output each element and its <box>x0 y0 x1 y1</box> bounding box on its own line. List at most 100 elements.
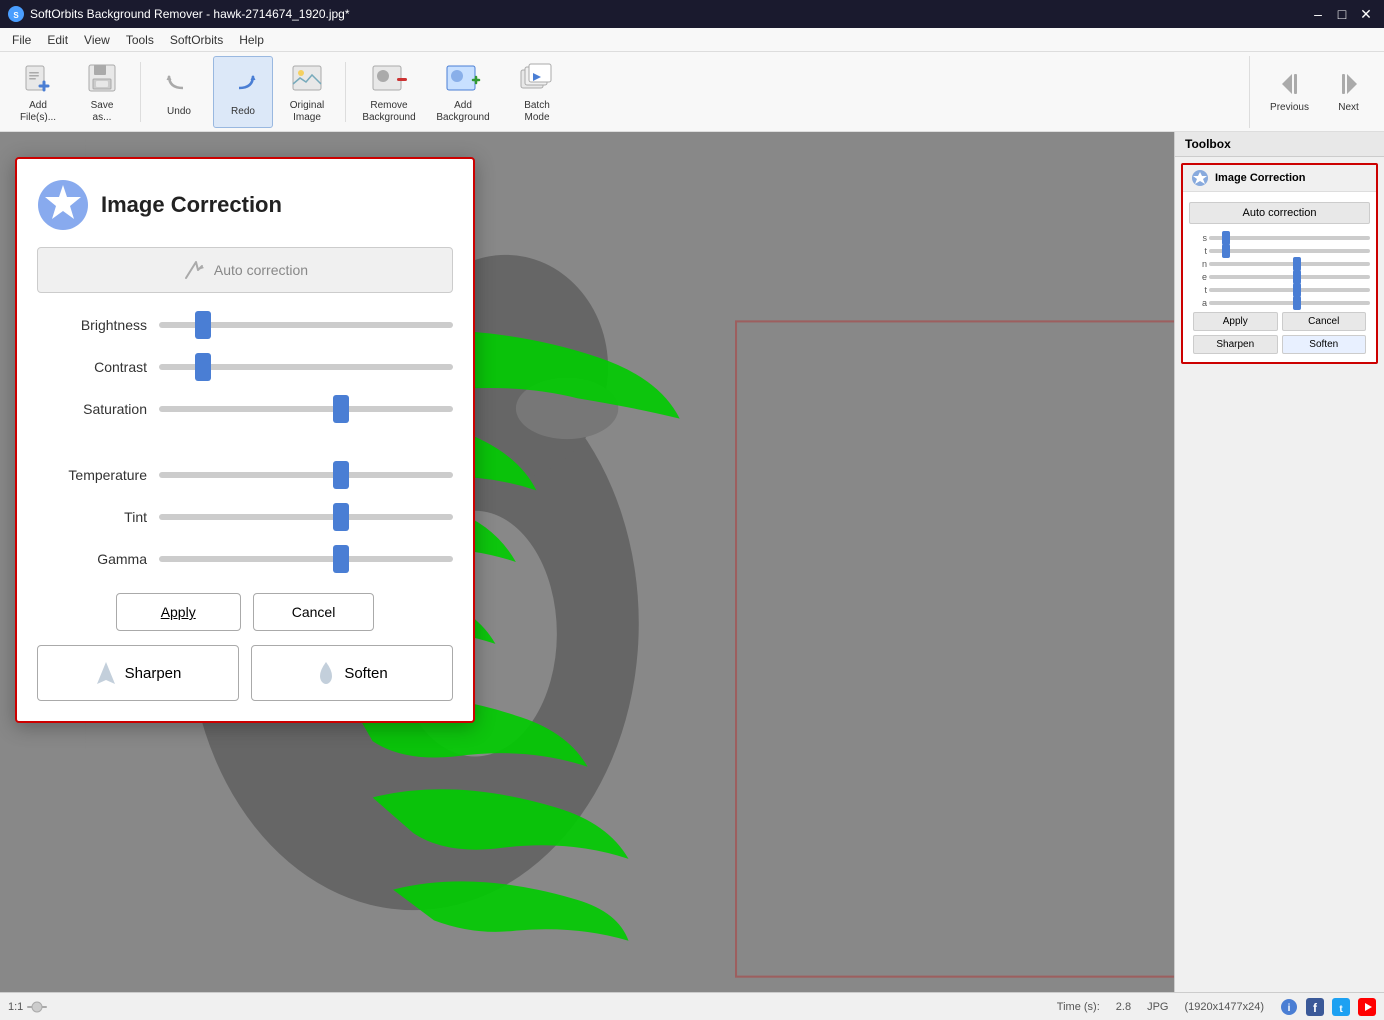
menu-file[interactable]: File <box>4 31 39 49</box>
toolbox-soften-button[interactable]: Soften <box>1282 335 1367 354</box>
dialog-auto-correction-button[interactable]: Auto correction <box>37 247 453 293</box>
toolbar-redo[interactable]: Redo <box>213 56 273 128</box>
batch-icon <box>519 60 555 96</box>
gamma-label: Gamma <box>37 551 147 567</box>
tint-label: Tint <box>37 509 147 525</box>
toolbox-image-correction-panel: Image Correction Auto correction s t <box>1181 163 1378 364</box>
dialog-apply-cancel-row: Apply Cancel <box>37 593 453 631</box>
toolbar-sep-1 <box>140 62 141 122</box>
canvas-area: Toolbox Image Correction Auto correction <box>0 132 1384 992</box>
minimize-button[interactable]: – <box>1308 4 1328 24</box>
dialog-cancel-button[interactable]: Cancel <box>253 593 375 631</box>
gamma-slider-container[interactable] <box>159 545 453 573</box>
menu-edit[interactable]: Edit <box>39 31 76 49</box>
tint-thumb[interactable] <box>333 503 349 531</box>
toolbox-gamma-label: a <box>1189 298 1207 308</box>
brightness-thumb[interactable] <box>195 311 211 339</box>
toolbox-slider-saturation-row: n <box>1189 259 1370 269</box>
main-area: Toolbox Image Correction Auto correction <box>0 132 1384 992</box>
add-file-label: AddFile(s)... <box>20 100 56 124</box>
batch-mode-label: BatchMode <box>524 100 550 124</box>
toolbar-remove-background[interactable]: RemoveBackground <box>354 56 424 128</box>
redo-icon <box>225 66 261 102</box>
youtube-icon[interactable] <box>1358 998 1376 1016</box>
contrast-slider-container[interactable] <box>159 353 453 381</box>
toolbar-add-file[interactable]: AddFile(s)... <box>8 56 68 128</box>
titlebar-controls: – □ ✕ <box>1308 4 1376 24</box>
temperature-label: Temperature <box>37 467 147 483</box>
app-icon: S <box>8 6 24 22</box>
saturation-slider-container[interactable] <box>159 395 453 423</box>
toolbar: AddFile(s)... Saveas... Undo <box>0 52 1384 132</box>
brightness-slider-container[interactable] <box>159 311 453 339</box>
next-button[interactable]: Next <box>1321 62 1376 122</box>
menu-help[interactable]: Help <box>231 31 272 49</box>
dialog-apply-button[interactable]: Apply <box>116 593 241 631</box>
menu-softorbits[interactable]: SoftOrbits <box>162 31 231 49</box>
toolbox-brightness-label: s <box>1189 233 1207 243</box>
toolbox-auto-correction-button[interactable]: Auto correction <box>1189 202 1370 224</box>
sharpen-icon <box>95 660 117 686</box>
toolbar-undo[interactable]: Undo <box>149 56 209 128</box>
twitter-icon[interactable]: t <box>1332 998 1350 1016</box>
brightness-label: Brightness <box>37 317 147 333</box>
info-icon: i <box>1280 998 1298 1016</box>
menu-view[interactable]: View <box>76 31 118 49</box>
toolbox-panel-header: Image Correction <box>1183 165 1376 192</box>
toolbox-apply-button[interactable]: Apply <box>1193 312 1278 331</box>
dialog-soften-button[interactable]: Soften <box>251 645 453 701</box>
undo-label: Undo <box>167 106 191 118</box>
dialog-header: Image Correction <box>37 179 453 231</box>
toolbox-temperature-slider[interactable] <box>1209 274 1370 280</box>
toolbox-panel-title: Image Correction <box>1215 172 1305 184</box>
statusbar-zoom: 1:1 <box>8 1001 47 1013</box>
maximize-button[interactable]: □ <box>1332 4 1352 24</box>
zoom-slider-icon <box>27 1001 47 1013</box>
dialog-sliders: Brightness Contrast <box>37 311 453 573</box>
saturation-thumb[interactable] <box>333 395 349 423</box>
temperature-slider-container[interactable] <box>159 461 453 489</box>
save-icon <box>84 60 120 96</box>
tint-row: Tint <box>37 503 453 531</box>
redo-label: Redo <box>231 106 255 118</box>
toolbox-panel-icon <box>1191 169 1209 187</box>
toolbox-brightness-slider[interactable] <box>1209 235 1370 241</box>
toolbar-batch-mode[interactable]: BatchMode <box>502 56 572 128</box>
toolbox-cancel-button[interactable]: Cancel <box>1282 312 1367 331</box>
tint-slider-container[interactable] <box>159 503 453 531</box>
previous-button[interactable]: Previous <box>1262 62 1317 122</box>
gamma-row: Gamma <box>37 545 453 573</box>
next-label: Next <box>1338 102 1359 114</box>
dialog-title: Image Correction <box>101 192 282 218</box>
svg-text:i: i <box>1288 1003 1291 1014</box>
toolbar-save-as[interactable]: Saveas... <box>72 56 132 128</box>
menubar: File Edit View Tools SoftOrbits Help <box>0 28 1384 52</box>
contrast-thumb[interactable] <box>195 353 211 381</box>
toolbox-panel-wrapper: Image Correction Auto correction s t <box>1175 157 1384 370</box>
toolbox-contrast-slider[interactable] <box>1209 248 1370 254</box>
contrast-label: Contrast <box>37 359 147 375</box>
toolbox-slider-brightness-row: s <box>1189 233 1370 243</box>
menu-tools[interactable]: Tools <box>118 31 162 49</box>
temperature-thumb[interactable] <box>333 461 349 489</box>
temperature-row: Temperature <box>37 461 453 489</box>
original-icon <box>289 60 325 96</box>
toolbox-slider-contrast-row: t <box>1189 246 1370 256</box>
add-bg-icon <box>445 60 481 96</box>
toolbox-sharpen-button[interactable]: Sharpen <box>1193 335 1278 354</box>
status-dimensions: (1920x1477x24) <box>1184 1001 1264 1013</box>
toolbar-add-background[interactable]: AddBackground <box>428 56 498 128</box>
toolbox-saturation-slider[interactable] <box>1209 261 1370 267</box>
gamma-thumb[interactable] <box>333 545 349 573</box>
close-button[interactable]: ✕ <box>1356 4 1376 24</box>
toolbar-sep-2 <box>345 62 346 122</box>
toolbox-tint-slider[interactable] <box>1209 287 1370 293</box>
toolbar-original-image[interactable]: OriginalImage <box>277 56 337 128</box>
zoom-value: 1:1 <box>8 1001 23 1013</box>
facebook-icon[interactable]: f <box>1306 998 1324 1016</box>
dialog-sharpen-button[interactable]: Sharpen <box>37 645 239 701</box>
auto-correction-icon <box>182 258 206 282</box>
add-file-icon <box>20 60 56 96</box>
toolbox-gamma-slider[interactable] <box>1209 300 1370 306</box>
soften-icon <box>316 660 336 686</box>
